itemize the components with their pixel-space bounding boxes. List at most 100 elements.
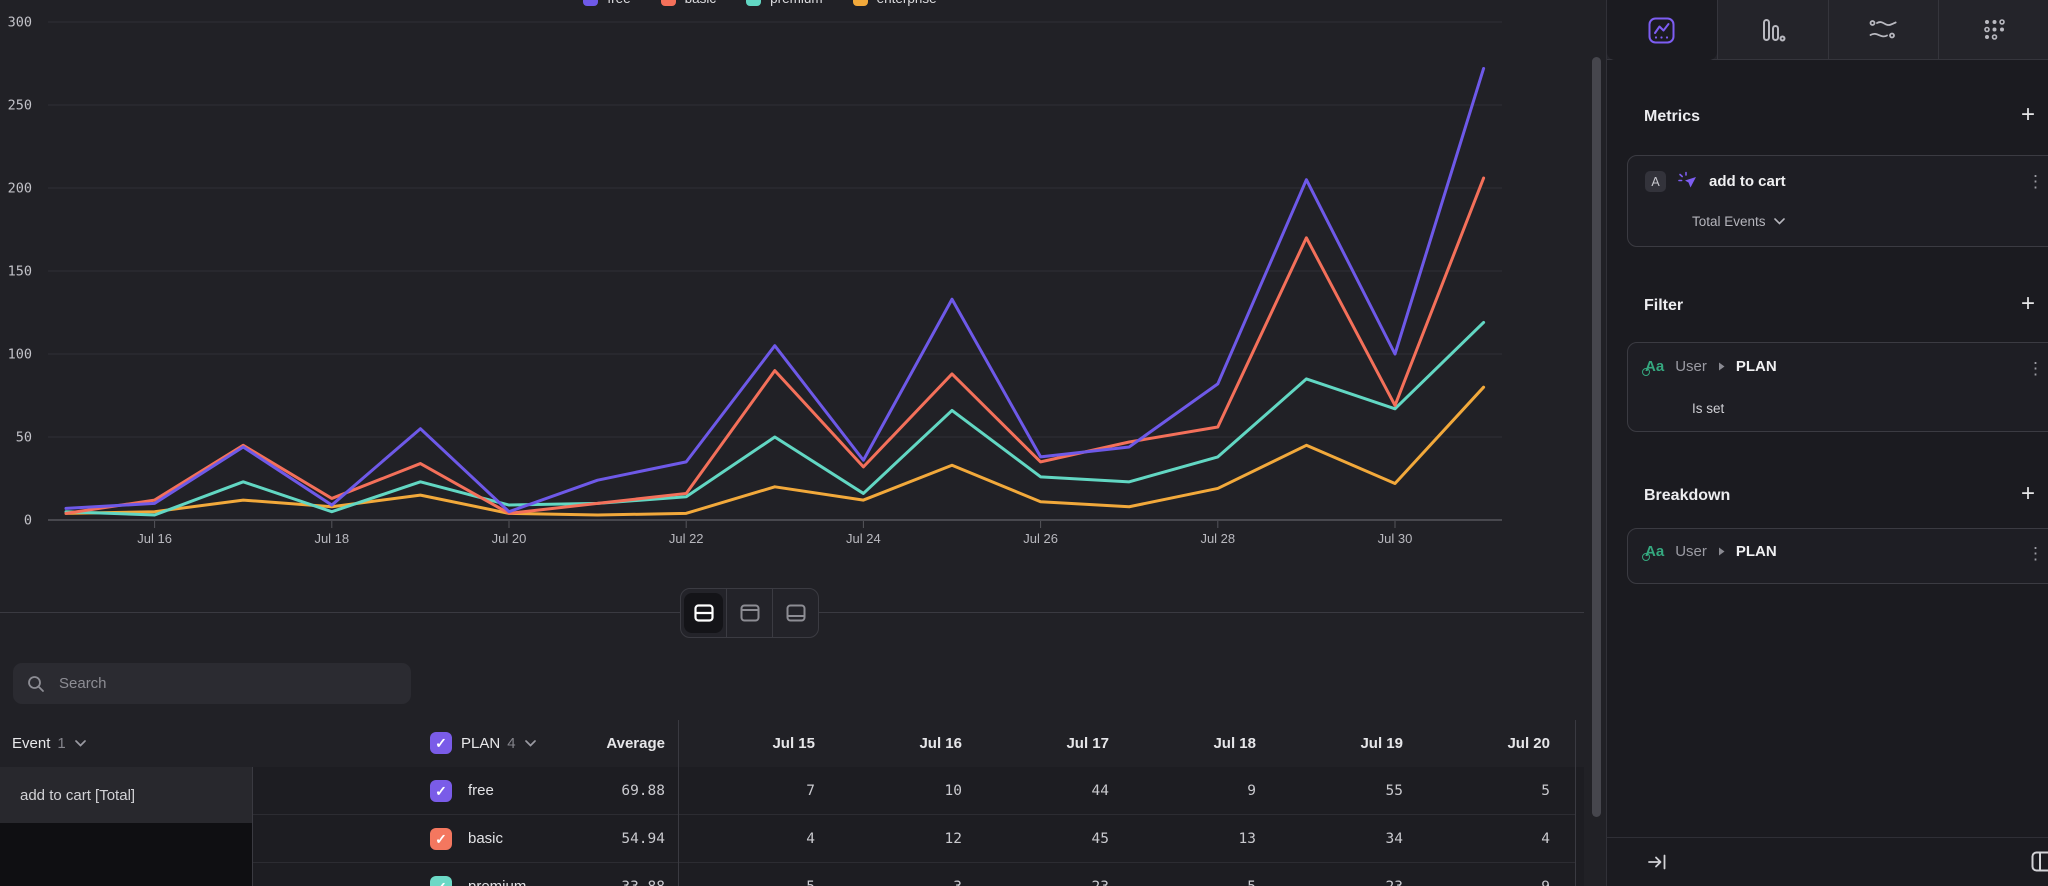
cell-value: 12 xyxy=(822,831,962,847)
cell-value: 13 xyxy=(1116,831,1256,847)
vertical-scrollbar[interactable] xyxy=(1592,57,1601,817)
grid-dots-icon xyxy=(1982,18,2006,42)
query-sidebar: Metrics + A add to cart ⋮ Total Events F… xyxy=(1606,0,2048,886)
legend-item-premium[interactable]: premium xyxy=(746,0,823,6)
cell-value: 45 xyxy=(969,831,1109,847)
y-axis-tick-label: 100 xyxy=(8,347,32,363)
x-axis-tick-label: Jul 28 xyxy=(1200,531,1235,546)
legend-swatch xyxy=(746,0,761,6)
layout-table-only-button[interactable] xyxy=(772,589,818,637)
sidebar-footer xyxy=(1607,837,2048,886)
column-separator xyxy=(678,720,679,886)
cell-value: 34 xyxy=(1263,831,1403,847)
filter-card[interactable]: Aa User PLAN ⋮ Is set xyxy=(1627,342,2048,432)
tab-bar-chart[interactable] xyxy=(1717,0,1828,59)
x-axis-tick-label: Jul 26 xyxy=(1023,531,1058,546)
x-axis-tick-label: Jul 22 xyxy=(669,531,704,546)
cell-value: 5 xyxy=(1116,879,1256,886)
chart-type-tabbar xyxy=(1607,0,2048,60)
event-column-dropdown[interactable]: Event 1 xyxy=(12,720,86,766)
string-property-icon: Aa xyxy=(1645,358,1664,375)
cell-value: 3 xyxy=(822,879,962,886)
series-line-free[interactable] xyxy=(66,68,1484,511)
tab-flow-chart[interactable] xyxy=(1828,0,1939,59)
cell-value: 5 xyxy=(1410,783,1550,799)
cell-value: 7 xyxy=(675,783,815,799)
legend-item-basic[interactable]: basic xyxy=(661,0,717,6)
line-chart: 050100150200250300Jul 16Jul 18Jul 20Jul … xyxy=(0,0,1584,560)
y-axis-tick-label: 150 xyxy=(8,264,32,280)
event-count: 1 xyxy=(57,735,65,752)
search-input[interactable] xyxy=(57,674,397,693)
line-chart-icon xyxy=(1648,17,1675,44)
date-column-header: Jul 17 xyxy=(969,720,1109,766)
x-axis-tick-label: Jul 20 xyxy=(492,531,527,546)
series-line-enterprise[interactable] xyxy=(66,387,1484,515)
date-column-header: Jul 15 xyxy=(675,720,815,766)
cell-value: 23 xyxy=(1263,879,1403,886)
breakdown-entity: User xyxy=(1675,543,1707,560)
legend-item-enterprise[interactable]: enterprise xyxy=(853,0,937,6)
layout-chart-only-button[interactable] xyxy=(726,589,772,637)
layout-split-button[interactable] xyxy=(681,589,726,637)
measurement-dropdown[interactable]: Total Events xyxy=(1692,214,1785,229)
cell-value: 23 xyxy=(969,879,1109,886)
tab-line-chart[interactable] xyxy=(1607,0,1717,60)
metric-event-name: add to cart xyxy=(1709,173,1786,190)
x-axis-tick-label: Jul 16 xyxy=(137,531,172,546)
average-value: 54.94 xyxy=(430,831,665,847)
kebab-menu-icon[interactable]: ⋮ xyxy=(2027,359,2044,379)
tab-more-chart-types[interactable] xyxy=(1938,0,2048,59)
cell-value: 4 xyxy=(1410,831,1550,847)
chevron-down-icon xyxy=(1774,218,1785,225)
table-row-basic: ✓basic54.944124513344 xyxy=(0,815,1584,863)
cell-value: 10 xyxy=(822,783,962,799)
chevron-down-icon xyxy=(75,740,86,747)
cell-value: 44 xyxy=(969,783,1109,799)
filter-condition[interactable]: Is set xyxy=(1692,401,1724,416)
string-property-icon: Aa xyxy=(1645,543,1664,560)
date-column-header: Jul 19 xyxy=(1263,720,1403,766)
cell-value: 9 xyxy=(1116,783,1256,799)
breakdown-heading: Breakdown xyxy=(1644,487,1730,505)
app-root: 050100150200250300Jul 16Jul 18Jul 20Jul … xyxy=(0,0,2048,886)
flow-chart-icon xyxy=(1869,18,1897,42)
filter-entity: User xyxy=(1675,358,1707,375)
legend-item-free[interactable]: free xyxy=(583,0,630,6)
legend-swatch xyxy=(583,0,598,6)
cell-value: 55 xyxy=(1263,783,1403,799)
add-breakdown-button[interactable]: + xyxy=(2021,485,2035,503)
legend-label: enterprise xyxy=(877,0,937,6)
column-separator xyxy=(1575,720,1576,886)
legend-label: basic xyxy=(685,0,717,6)
metrics-heading: Metrics xyxy=(1644,108,1700,126)
legend-label: free xyxy=(607,0,630,6)
average-value: 33.88 xyxy=(430,879,665,886)
search-icon xyxy=(27,675,45,693)
average-value: 69.88 xyxy=(430,783,665,799)
add-metric-button[interactable]: + xyxy=(2021,106,2035,124)
split-view-icon xyxy=(684,593,723,633)
cell-value: 5 xyxy=(675,879,815,886)
bar-chart-icon xyxy=(1760,17,1786,43)
cell-value: 9 xyxy=(1410,879,1550,886)
kebab-menu-icon[interactable]: ⋮ xyxy=(2027,544,2044,564)
metric-card[interactable]: A add to cart ⋮ Total Events xyxy=(1627,155,2048,247)
collapse-panel-icon[interactable] xyxy=(1647,852,1669,872)
filter-condition-label: Is set xyxy=(1692,401,1724,416)
search-box xyxy=(13,663,411,704)
event-cursor-icon xyxy=(1677,171,1698,192)
breakdown-property: PLAN xyxy=(1736,543,1777,560)
breakdown-card[interactable]: Aa User PLAN ⋮ xyxy=(1627,528,2048,584)
panel-layout-icon[interactable] xyxy=(2031,851,2048,872)
date-column-header: Jul 16 xyxy=(822,720,962,766)
table-row-free: ✓free69.88710449555 xyxy=(0,767,1584,815)
average-column-header: Average xyxy=(430,720,665,766)
add-filter-button[interactable]: + xyxy=(2021,295,2035,313)
table-body: add to cart [Total] ✓free69.88710449555✓… xyxy=(0,767,1584,886)
kebab-menu-icon[interactable]: ⋮ xyxy=(2027,172,2044,192)
table-only-icon xyxy=(776,593,815,633)
y-axis-tick-label: 250 xyxy=(8,98,32,114)
y-axis-tick-label: 50 xyxy=(16,430,32,446)
column-separator xyxy=(252,767,253,886)
